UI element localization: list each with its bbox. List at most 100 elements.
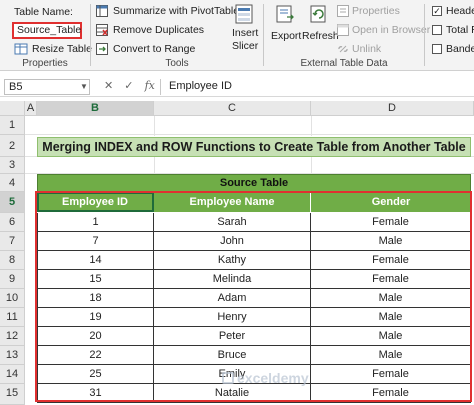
remove-duplicates-button[interactable]: Remove Duplicates [96,23,206,37]
tools-group: Summarize with PivotTable Remove Duplica… [92,0,262,71]
sheet-title[interactable]: Merging INDEX and ROW Functions to Creat… [37,137,471,157]
remove-duplicates-label: Remove Duplicates [113,24,205,36]
cell-employee-name[interactable]: John [154,232,311,251]
row-header[interactable]: 3 [0,157,25,174]
checkbox-unchecked-icon [432,44,442,54]
header-gender[interactable]: Gender [311,192,471,212]
cell-gender[interactable]: Female [311,270,471,289]
summarize-pivot-label: Summarize with PivotTable [113,5,240,17]
row-header[interactable]: 13 [0,346,25,365]
enter-icon[interactable]: ✓ [124,80,133,92]
gridline [154,116,155,136]
resize-table-icon [14,43,28,55]
row-header[interactable]: 6 [0,213,25,232]
column-header-d[interactable]: D [311,101,474,116]
header-employee-name[interactable]: Employee Name [154,192,311,212]
gridline [25,134,474,135]
cancel-icon[interactable]: ✕ [104,80,113,92]
cell-gender[interactable]: Male [311,289,471,308]
cell-employee-id[interactable]: 31 [37,384,154,403]
export-icon [276,5,294,23]
row-header[interactable]: 4 [0,174,25,192]
cell-employee-name[interactable]: Melinda [154,270,311,289]
row-header[interactable]: 11 [0,308,25,327]
cell-employee-id[interactable]: 7 [37,232,154,251]
refresh-button[interactable]: Refresh [301,4,339,48]
summarize-pivot-button[interactable]: Summarize with PivotTable [96,4,239,18]
cell-gender[interactable]: Female [311,251,471,270]
refresh-icon [310,5,326,23]
cell-employee-id[interactable]: 19 [37,308,154,327]
row-header[interactable]: 5 [0,192,25,213]
row-header[interactable]: 15 [0,384,25,405]
browser-icon [337,24,349,36]
properties-label: Properties [352,5,400,17]
cell-gender[interactable]: Male [311,327,471,346]
name-box[interactable]: B5 [4,79,90,95]
row-header[interactable]: 7 [0,232,25,251]
column-header-a[interactable]: A [25,101,37,116]
convert-to-range-button[interactable]: Convert to Range [96,42,206,56]
cell-gender[interactable]: Female [311,213,471,232]
external-group-label: External Table Data [300,58,388,69]
properties-group: Table Name: Source_Table Resize Table Pr… [0,0,92,71]
cell-employee-name[interactable]: Peter [154,327,311,346]
watermark-logo-icon [222,372,234,384]
properties-button[interactable]: Properties [337,4,421,18]
insert-slicer-button[interactable]: Insert Slicer [228,4,260,56]
column-header-b[interactable]: B [37,101,154,116]
cell-employee-id[interactable]: 22 [37,346,154,365]
total-row-label: Total R [446,24,474,36]
cell-employee-id[interactable]: 14 [37,251,154,270]
row-header[interactable]: 14 [0,365,25,384]
open-in-browser-button[interactable]: Open in Browser [337,23,430,37]
properties-group-label: Properties [22,58,68,69]
row-header[interactable]: 9 [0,270,25,289]
cell-employee-id[interactable]: 15 [37,270,154,289]
cell-gender[interactable]: Female [311,384,471,403]
cell-employee-name[interactable]: Henry [154,308,311,327]
insert-function-icon[interactable]: fx [145,79,155,92]
select-all-corner[interactable] [0,101,25,116]
slicer-label-2: Slicer [232,40,259,52]
cell-gender[interactable]: Female [311,365,471,384]
cell-employee-name[interactable]: Kathy [154,251,311,270]
cell-employee-id[interactable]: 18 [37,289,154,308]
header-employee-id[interactable]: Employee ID [37,192,154,212]
row-header[interactable]: 10 [0,289,25,308]
unlink-button[interactable]: Unlink [337,42,397,56]
cell-employee-name[interactable]: Sarah [154,213,311,232]
remove-duplicates-icon [96,24,108,36]
cell-gender[interactable]: Male [311,232,471,251]
table-style-options-group: ✓ Heade Total R Bande [426,0,474,71]
properties-icon [337,5,349,17]
column-header-c[interactable]: C [154,101,311,116]
convert-to-range-label: Convert to Range [113,43,196,55]
source-table-title[interactable]: Source Table [37,174,471,192]
checkbox-unchecked-icon [432,25,442,35]
cell-employee-id[interactable]: 20 [37,327,154,346]
row-header[interactable]: 1 [0,116,25,135]
ribbon-separator [90,4,91,66]
table-name-label: Table Name: [14,6,73,18]
cell-gender[interactable]: Male [311,346,471,365]
formula-buttons: ✕ ✓ fx [104,79,155,92]
convert-range-icon [96,43,108,55]
refresh-label: Refresh [302,30,339,42]
slicer-icon [235,4,253,24]
row-header[interactable]: 12 [0,327,25,346]
row-header[interactable]: 8 [0,251,25,270]
cell-employee-name[interactable]: Adam [154,289,311,308]
name-box-dropdown-icon[interactable]: ▼ [80,82,88,91]
cell-employee-name[interactable]: Bruce [154,346,311,365]
cell-employee-id[interactable]: 25 [37,365,154,384]
export-button[interactable]: Export [269,4,301,48]
table-name-input[interactable]: Source_Table [12,22,82,39]
external-table-data-group: Export Refresh Properties Open in Browse… [265,0,430,71]
cell-employee-name[interactable]: Natalie [154,384,311,403]
watermark-text: exceldemy [237,370,309,386]
cell-employee-id[interactable]: 1 [37,213,154,232]
row-header[interactable]: 2 [0,135,25,157]
cell-gender[interactable]: Male [311,308,471,327]
formula-input[interactable]: Employee ID [160,79,472,95]
